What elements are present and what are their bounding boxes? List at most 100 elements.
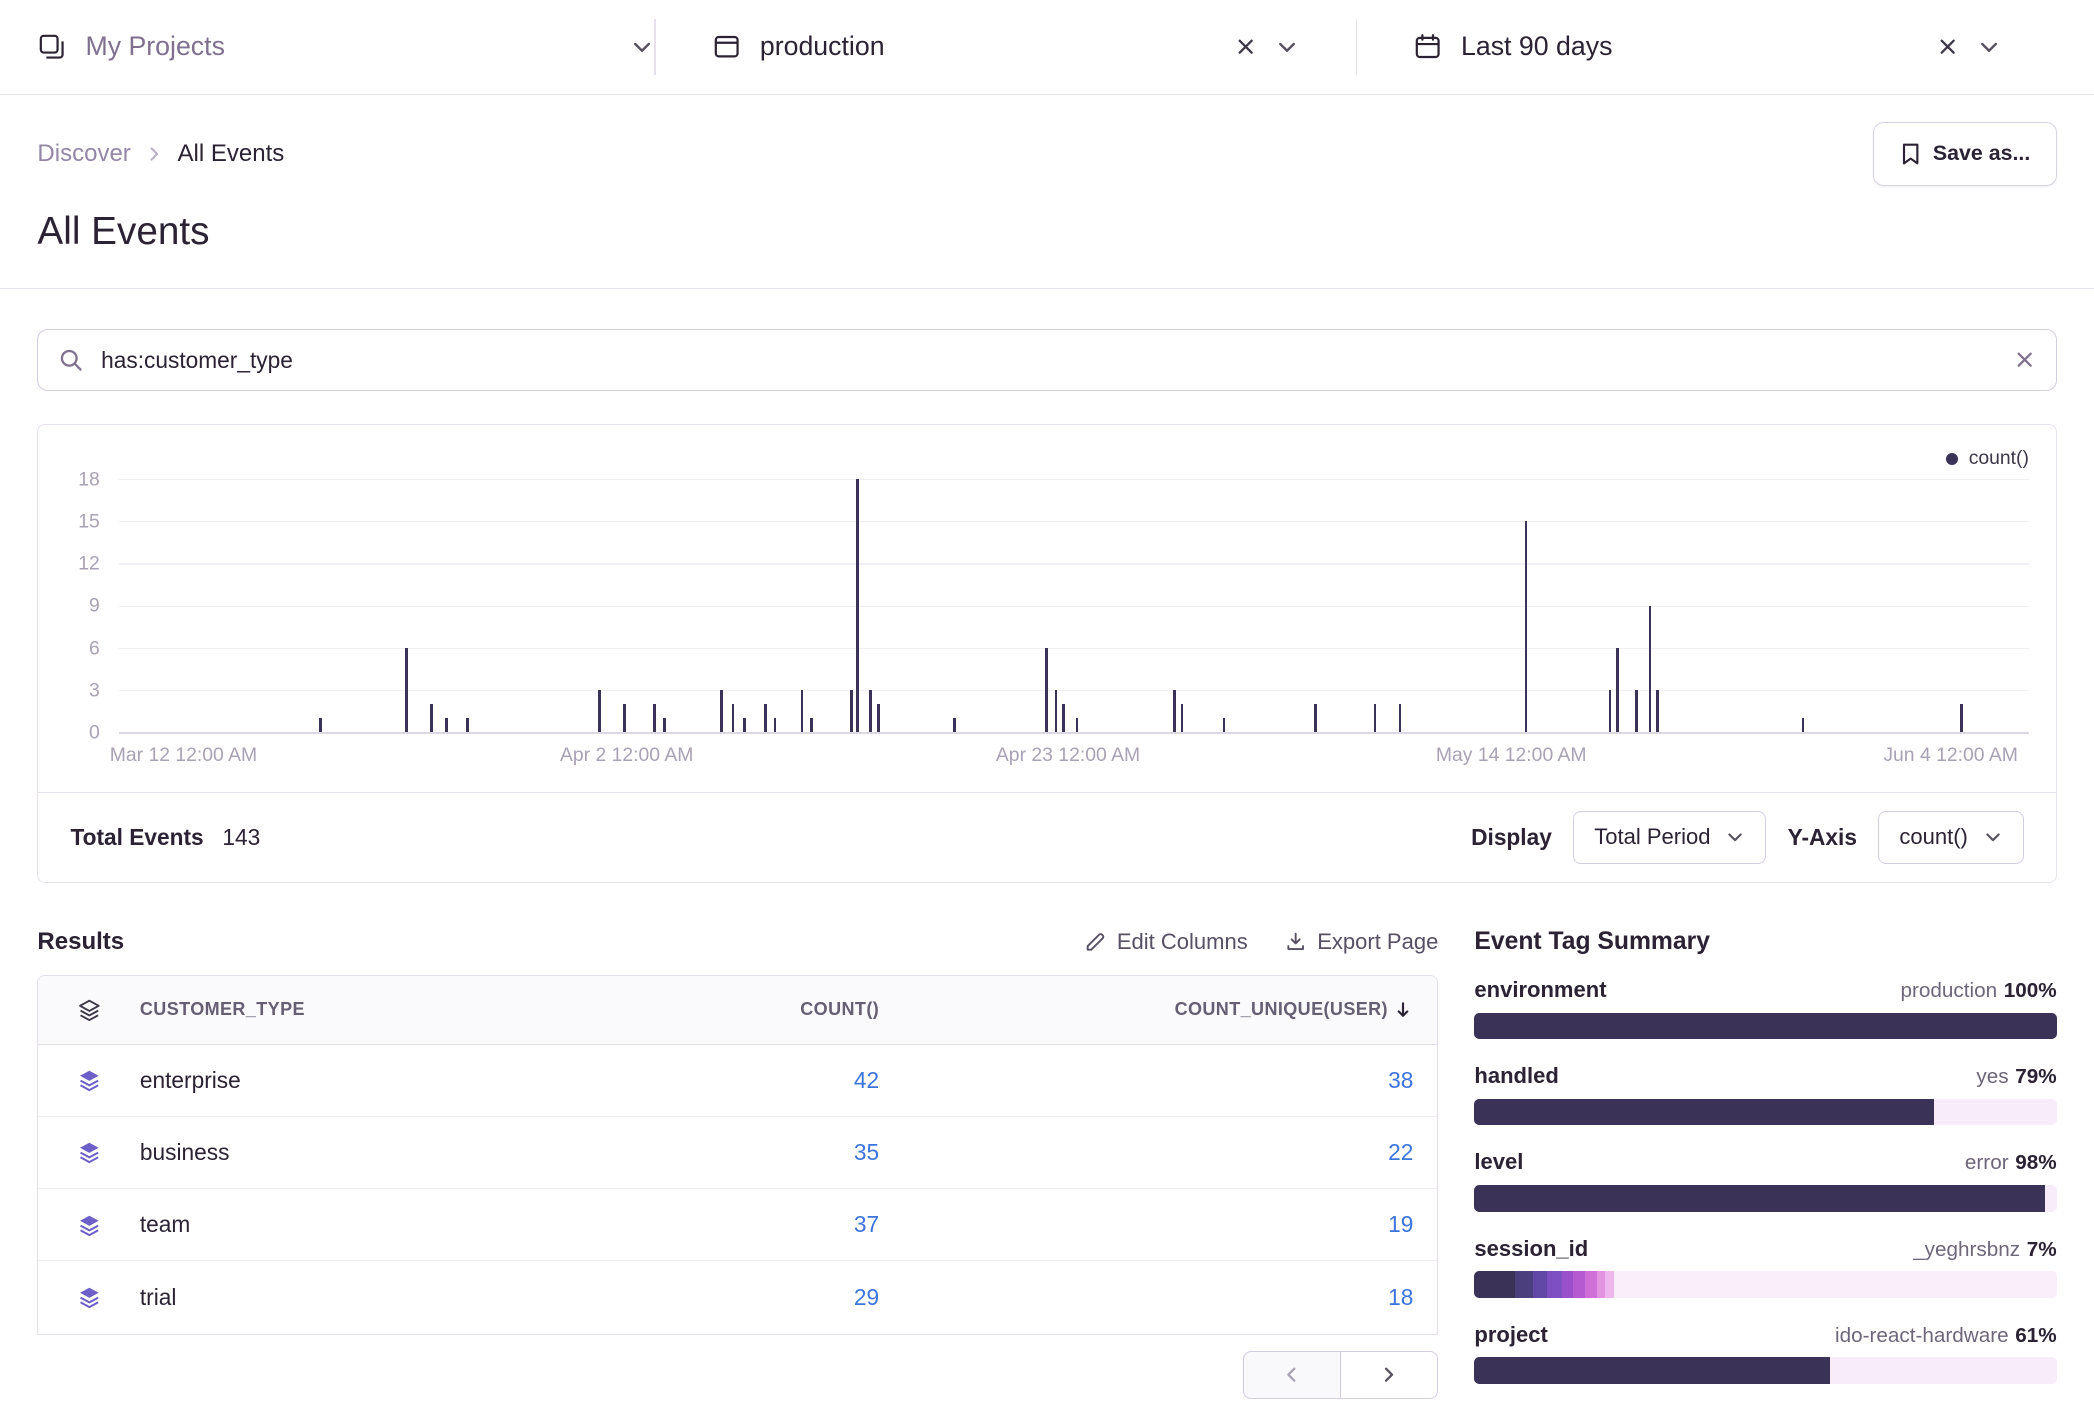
chart-bar <box>1609 690 1612 732</box>
top-navigation-bar: My Projects production <box>0 0 2094 95</box>
tag-bar-segment <box>1562 1271 1574 1298</box>
chart-bar <box>623 704 626 732</box>
chart-bar <box>1960 704 1963 732</box>
tag-distribution-bar[interactable] <box>1474 1271 2056 1298</box>
count-unique-value-link[interactable]: 38 <box>879 1067 1437 1094</box>
chart-bar <box>801 690 804 732</box>
tag-bar-segment <box>1474 1357 1829 1384</box>
x-axis-tick: Mar 12 12:00 AM <box>110 744 257 767</box>
tag-bar-segment <box>1597 1271 1606 1298</box>
export-page-button[interactable]: Export Page <box>1285 929 1438 955</box>
column-header-count[interactable]: COUNT() <box>599 999 879 1020</box>
chart-bar <box>466 718 469 732</box>
x-axis-tick: Jun 4 12:00 AM <box>1883 744 2018 767</box>
chevron-down-icon <box>1275 35 1299 59</box>
count-unique-value-link[interactable]: 18 <box>879 1284 1437 1311</box>
legend-label: count() <box>1969 447 2029 470</box>
chart-bar <box>653 704 656 732</box>
pagination <box>37 1351 1438 1399</box>
clear-environment-icon[interactable] <box>1235 36 1256 57</box>
count-unique-value-link[interactable]: 22 <box>879 1139 1437 1166</box>
count-value-link[interactable]: 35 <box>599 1139 879 1166</box>
count-value-link[interactable]: 29 <box>599 1284 879 1311</box>
clear-search-icon[interactable] <box>2014 349 2035 370</box>
tag-list: environment production100% handled yes79… <box>1474 977 2056 1383</box>
tag-distribution-bar[interactable] <box>1474 1357 2056 1384</box>
project-selector[interactable]: My Projects <box>37 31 654 62</box>
search-icon <box>58 347 83 372</box>
edit-columns-button[interactable]: Edit Columns <box>1085 929 1248 955</box>
yaxis-dropdown[interactable]: count() <box>1878 811 2023 864</box>
chart-plot[interactable]: 0369121518 <box>119 480 2029 734</box>
table-row[interactable]: enterprise 42 38 <box>38 1045 1437 1117</box>
results-section: Results Edit Columns Export Page <box>37 928 1438 1399</box>
table-row[interactable]: business 35 22 <box>38 1117 1437 1189</box>
results-title: Results <box>37 928 124 956</box>
y-axis-tick: 15 <box>44 513 100 532</box>
layers-icon <box>38 1067 139 1094</box>
total-events-value: 143 <box>222 824 260 851</box>
table-row[interactable]: trial 29 18 <box>38 1261 1437 1333</box>
breadcrumb-current: All Events <box>178 140 285 168</box>
layers-icon <box>38 1212 139 1239</box>
tag-bar-segment <box>1573 1271 1585 1298</box>
count-value-link[interactable]: 37 <box>599 1211 879 1238</box>
tag-bar-segment <box>1585 1271 1597 1298</box>
layers-icon <box>38 997 139 1024</box>
chart-bar <box>405 648 408 733</box>
tag-distribution-bar[interactable] <box>1474 1013 2056 1040</box>
environment-selector[interactable]: production <box>656 31 1356 62</box>
display-label: Display <box>1471 824 1552 851</box>
save-as-button[interactable]: Save as... <box>1873 122 2056 186</box>
export-page-label: Export Page <box>1317 929 1438 955</box>
tag-top-value: error98% <box>1965 1151 2057 1175</box>
main-content: has:customer_type count() 0369121518 Mar… <box>0 289 2094 1407</box>
page-header: Discover All Events Save as... All Event… <box>0 122 2094 290</box>
chart-bar <box>953 718 956 732</box>
pagination-previous-button[interactable] <box>1243 1351 1340 1399</box>
y-axis-tick: 6 <box>44 639 100 658</box>
tag-group: session_id _yeghrsbnz7% <box>1474 1236 2056 1298</box>
display-dropdown[interactable]: Total Period <box>1573 811 1766 864</box>
pagination-next-button[interactable] <box>1341 1351 1438 1399</box>
clear-date-icon[interactable] <box>1937 36 1958 57</box>
edit-columns-label: Edit Columns <box>1117 929 1248 955</box>
chart-bar <box>445 718 448 732</box>
chart-bar <box>764 704 767 732</box>
tag-bar-segment <box>1474 1099 1934 1126</box>
tag-distribution-bar[interactable] <box>1474 1185 2056 1212</box>
tag-name: project <box>1474 1322 1547 1348</box>
date-range-selector[interactable]: Last 90 days <box>1357 31 2057 62</box>
count-unique-value-link[interactable]: 19 <box>879 1211 1437 1238</box>
chart-bar <box>1062 704 1065 732</box>
chart-legend: count() <box>38 425 2055 472</box>
pencil-icon <box>1085 931 1106 952</box>
chart-bar <box>1656 690 1659 732</box>
results-table-body: enterprise 42 38 business 35 22 team 37 … <box>38 1045 1437 1333</box>
tag-name: handled <box>1474 1063 1558 1089</box>
project-selector-label: My Projects <box>85 31 224 62</box>
column-header-count-unique[interactable]: COUNT_UNIQUE(USER) <box>879 999 1437 1020</box>
breadcrumb-discover-link[interactable]: Discover <box>37 140 130 168</box>
events-chart-card: count() 0369121518 Mar 12 12:00 AM Apr 2 … <box>37 424 2056 882</box>
chart-bar <box>1045 648 1048 733</box>
display-dropdown-value: Total Period <box>1594 824 1710 850</box>
results-table: CUSTOMER_TYPE COUNT() COUNT_UNIQUE(USER)… <box>37 975 1438 1335</box>
tag-bar-segment <box>1515 1271 1532 1298</box>
chart-bar <box>1173 690 1176 732</box>
search-input[interactable]: has:customer_type <box>37 329 2056 390</box>
x-axis-tick: Apr 2 12:00 AM <box>560 744 693 767</box>
chart-bar <box>1802 718 1805 732</box>
tag-distribution-bar[interactable] <box>1474 1099 2056 1126</box>
x-axis-tick: May 14 12:00 AM <box>1436 744 1587 767</box>
table-row[interactable]: team 37 19 <box>38 1189 1437 1261</box>
count-value-link[interactable]: 42 <box>599 1067 879 1094</box>
calendar-icon <box>1413 32 1442 61</box>
layers-icon <box>38 1284 139 1311</box>
tag-group: handled yes79% <box>1474 1063 2056 1125</box>
layers-icon <box>38 1139 139 1166</box>
tag-group: level error98% <box>1474 1149 2056 1211</box>
tag-bar-segment <box>1474 1185 2045 1212</box>
column-header-customer-type[interactable]: CUSTOMER_TYPE <box>140 999 599 1020</box>
chevron-down-icon <box>1977 35 2001 59</box>
